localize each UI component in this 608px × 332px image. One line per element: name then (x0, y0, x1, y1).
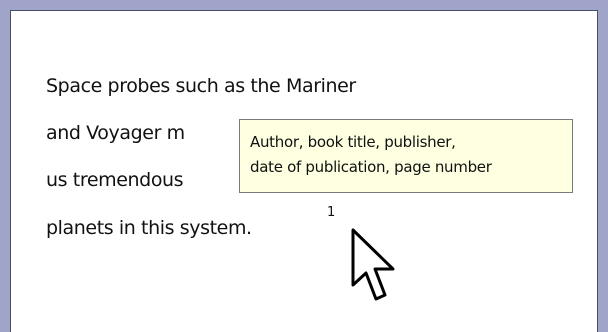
arrow-pointer-icon (351, 228, 395, 301)
footnote-tooltip: Author, book title, publisher, date of p… (239, 119, 573, 193)
tooltip-line: Author, book title, publisher, (250, 133, 456, 151)
document-text-line: us tremendous (46, 169, 184, 191)
footnote-reference[interactable]: 1 (327, 205, 335, 220)
document-page: Space probes such as the Mariner and Voy… (10, 10, 598, 332)
tooltip-line: date of publication, page number (250, 158, 492, 176)
document-text-line: planets in this system. (46, 217, 252, 239)
document-text-line: Space probes such as the Mariner (46, 75, 356, 97)
document-text-line: and Voyager m (46, 122, 185, 144)
document-window-frame: Space probes such as the Mariner and Voy… (0, 0, 608, 332)
